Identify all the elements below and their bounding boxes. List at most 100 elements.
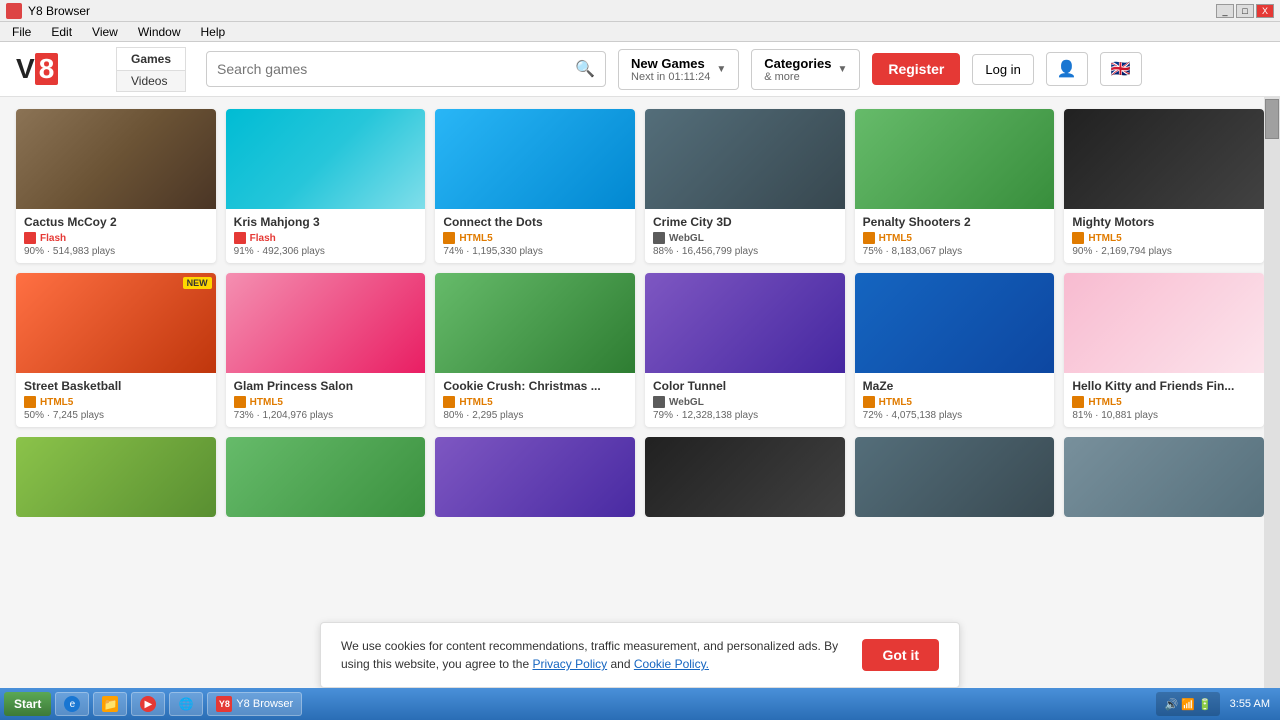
- tech-label: HTML5: [1088, 233, 1121, 244]
- menu-help[interactable]: Help: [193, 23, 234, 41]
- tech-icon: [1072, 396, 1084, 408]
- game-tech: Flash: [24, 232, 208, 244]
- game-card[interactable]: Kris Mahjong 3Flash91% · 492,306 plays: [226, 109, 426, 263]
- game-card[interactable]: War ZoneWebGL90% · 8,765,432 plays: [855, 437, 1055, 517]
- new-games-info: New Games Next in 01:11:24: [631, 56, 710, 83]
- game-tech: HTML5: [1072, 232, 1256, 244]
- game-title: MaZe: [863, 379, 1047, 393]
- menu-window[interactable]: Window: [130, 23, 189, 41]
- game-tech: HTML5: [863, 396, 1047, 408]
- privacy-policy-link[interactable]: Privacy Policy: [532, 657, 607, 671]
- game-title: Connect the Dots: [443, 215, 627, 229]
- tech-icon: [863, 232, 875, 244]
- game-card[interactable]: Soccer HeroHTML582% · 5,432,100 plays: [226, 437, 426, 517]
- game-tech: HTML5: [443, 232, 627, 244]
- game-stats: 90% · 514,983 plays: [24, 246, 208, 257]
- media-icon: ▶: [140, 696, 156, 712]
- game-card[interactable]: Penalty Shooters 2HTML575% · 8,183,067 p…: [855, 109, 1055, 263]
- taskbar-time: 3:55 AM: [1224, 698, 1276, 710]
- menu-file[interactable]: File: [4, 23, 39, 41]
- game-stats: 80% · 2,295 plays: [443, 410, 627, 421]
- search-icon: 🔍: [575, 59, 595, 79]
- taskbar-item-ie[interactable]: e: [55, 692, 89, 716]
- menu-edit[interactable]: Edit: [43, 23, 80, 41]
- game-card[interactable]: Cactus McCoy 2Flash90% · 514,983 plays: [16, 109, 216, 263]
- game-title: Crime City 3D: [653, 215, 837, 229]
- game-stats: 79% · 12,328,138 plays: [653, 410, 837, 421]
- user-icon-button[interactable]: 👤: [1046, 52, 1088, 86]
- game-card[interactable]: Glam Princess Salon HTML5 73% · 1,204,976 …: [226, 273, 426, 427]
- game-title: Street Basketball: [24, 379, 208, 393]
- game-card[interactable]: Speed RacerHTML588% · 3,456,789 plays: [645, 437, 845, 517]
- tab-videos[interactable]: Videos: [116, 70, 186, 92]
- taskbar-item-media[interactable]: ▶: [131, 692, 165, 716]
- user-icon: 👤: [1057, 61, 1077, 78]
- game-card[interactable]: Connect the Dots HTML5 74% · 1,195,330 pla…: [435, 109, 635, 263]
- game-tech: HTML5: [234, 396, 418, 408]
- new-games-button[interactable]: New Games Next in 01:11:24 ▼: [618, 49, 739, 90]
- categories-info: Categories & more: [764, 56, 831, 83]
- games-row-3: Plants vs ZombiesHTML587% · 2,345,678 pl…: [16, 437, 1264, 517]
- game-card[interactable]: Crime City 3DWebGL88% · 16,456,799 plays: [645, 109, 845, 263]
- tech-icon: [443, 232, 455, 244]
- tray-icons: 🔊 📶 🔋: [1164, 698, 1211, 711]
- game-tech: HTML5: [1072, 396, 1256, 408]
- game-card[interactable]: NEWStreet BasketballHTML550% · 7,245 pla…: [16, 273, 216, 427]
- main-content: Cactus McCoy 2Flash90% · 514,983 playsKr…: [0, 97, 1280, 688]
- game-stats: 73% · 1,204,976 plays: [234, 410, 418, 421]
- game-card[interactable]: Cookie Crush: Christmas ... HTML5 80% · 2,…: [435, 273, 635, 427]
- game-card[interactable]: Maze RunnerHTML575% · 1,234,567 plays: [435, 437, 635, 517]
- game-card[interactable]: Color Tunnel WebGL 79% · 12,328,138 plays: [645, 273, 845, 427]
- window-controls[interactable]: _ □ X: [1216, 4, 1274, 18]
- game-card[interactable]: Hello Kitty and Friends Fin...HTML581% ·…: [1064, 273, 1264, 427]
- game-card[interactable]: MaZe HTML5 72% · 4,075,138 plays: [855, 273, 1055, 427]
- tab-games[interactable]: Games: [116, 47, 186, 70]
- scroll-thumb[interactable]: [1265, 99, 1279, 139]
- game-title: Penalty Shooters 2: [863, 215, 1047, 229]
- game-stats: 81% · 10,881 plays: [1072, 410, 1256, 421]
- game-tech: WebGL: [653, 396, 837, 408]
- search-box[interactable]: 🔍: [206, 51, 606, 87]
- scrollbar[interactable]: [1264, 97, 1280, 688]
- game-title: Glam Princess Salon: [234, 379, 418, 393]
- tech-label: HTML5: [1088, 397, 1121, 408]
- menu-view[interactable]: View: [84, 23, 126, 41]
- taskbar-item-chrome[interactable]: 🌐: [169, 692, 203, 716]
- taskbar-item-y8[interactable]: Y8 Y8 Browser: [207, 692, 302, 716]
- tech-label: HTML5: [879, 397, 912, 408]
- got-it-button[interactable]: Got it: [862, 639, 939, 671]
- logo[interactable]: V 8: [16, 53, 96, 85]
- game-stats: 72% · 4,075,138 plays: [863, 410, 1047, 421]
- login-button[interactable]: Log in: [972, 54, 1033, 85]
- close-button[interactable]: X: [1256, 4, 1274, 18]
- start-button[interactable]: Start: [4, 692, 51, 716]
- game-stats: 88% · 16,456,799 plays: [653, 246, 837, 257]
- minimize-button[interactable]: _: [1216, 4, 1234, 18]
- game-title: Color Tunnel: [653, 379, 837, 393]
- register-button[interactable]: Register: [872, 53, 960, 85]
- maximize-button[interactable]: □: [1236, 4, 1254, 18]
- game-card[interactable]: Mighty MotorsHTML590% · 2,169,794 plays: [1064, 109, 1264, 263]
- menubar: File Edit View Window Help: [0, 22, 1280, 42]
- categories-button[interactable]: Categories & more ▼: [751, 49, 860, 90]
- game-title: Mighty Motors: [1072, 215, 1256, 229]
- language-button[interactable]: 🇬🇧: [1100, 52, 1142, 86]
- top-nav: V 8 Games Videos 🔍 New Games Next in 01:…: [0, 42, 1280, 97]
- game-title: Cookie Crush: Christmas ...: [443, 379, 627, 393]
- logo-8: 8: [35, 53, 59, 85]
- tech-label: Flash: [40, 233, 66, 244]
- game-tech: HTML5: [24, 396, 208, 408]
- game-card[interactable]: Football StarHTML585% · 4,321,098 plays: [1064, 437, 1264, 517]
- tech-icon: [234, 232, 246, 244]
- game-tech: HTML5: [443, 396, 627, 408]
- cookie-policy-link[interactable]: Cookie Policy.: [634, 657, 709, 671]
- taskbar-tray: 🔊 📶 🔋: [1156, 692, 1219, 716]
- window-title: Y8 Browser: [28, 4, 90, 18]
- game-tech: Flash: [234, 232, 418, 244]
- game-card[interactable]: Plants vs ZombiesHTML587% · 2,345,678 pl…: [16, 437, 216, 517]
- game-stats: 74% · 1,195,330 plays: [443, 246, 627, 257]
- folder-icon: 📁: [102, 696, 118, 712]
- taskbar-item-folder[interactable]: 📁: [93, 692, 127, 716]
- search-input[interactable]: [217, 61, 575, 77]
- y8-icon: Y8: [216, 696, 232, 712]
